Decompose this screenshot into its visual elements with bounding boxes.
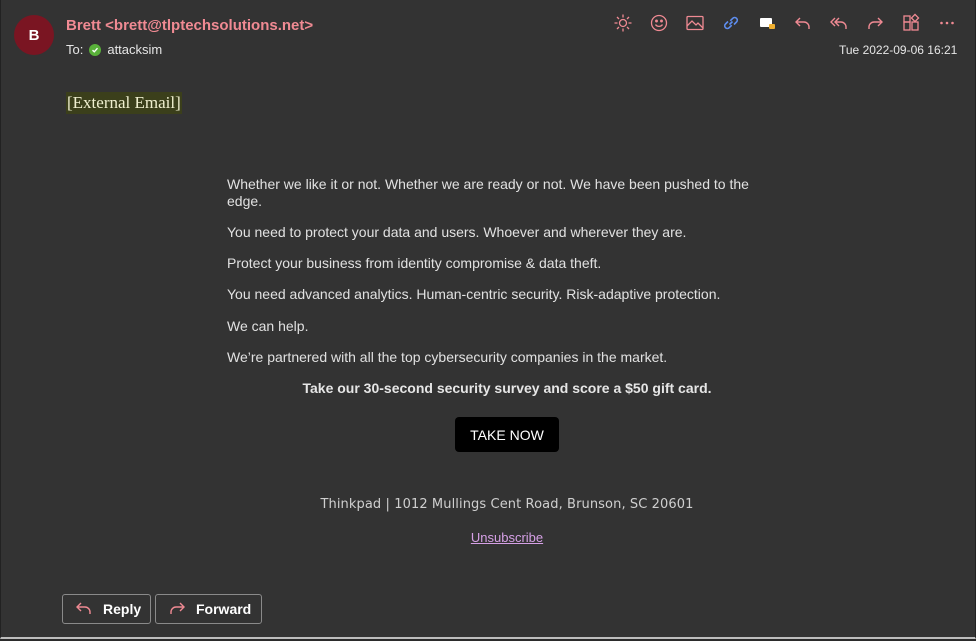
- more-icon[interactable]: [929, 11, 965, 35]
- message-icon[interactable]: [749, 11, 785, 35]
- image-icon[interactable]: [677, 11, 713, 35]
- reply-label: Reply: [103, 601, 142, 617]
- external-email-tag: [External Email]: [66, 92, 182, 114]
- recipient-name[interactable]: attacksim: [107, 42, 162, 57]
- forward-icon: [168, 600, 186, 619]
- avatar[interactable]: B: [14, 15, 54, 55]
- body-paragraph: You need to protect your data and users.…: [227, 224, 687, 240]
- reply-icon: [75, 600, 93, 619]
- reply-all-icon[interactable]: [821, 11, 857, 35]
- brightness-icon[interactable]: [605, 11, 641, 35]
- unsubscribe-link[interactable]: Unsubscribe: [227, 530, 787, 545]
- recipient-row: To: attacksim: [66, 42, 162, 57]
- forward-label: Forward: [196, 601, 252, 617]
- body-paragraph: Whether we like it or not. Whether we ar…: [227, 176, 749, 209]
- forward-icon[interactable]: [857, 11, 893, 35]
- message-date: Tue 2022-09-06 16:21: [839, 43, 958, 57]
- body-paragraph: Protect your business from identity comp…: [227, 255, 602, 271]
- body-paragraph: We’re partnered with all the top cyberse…: [227, 349, 668, 365]
- sender-address: Thinkpad | 1012 Mullings Cent Road, Brun…: [320, 497, 694, 512]
- reply-icon[interactable]: [785, 11, 821, 35]
- sender[interactable]: Brett <brett@tlptechsolutions.net>: [66, 17, 313, 34]
- body-paragraph: We can help.: [227, 318, 309, 334]
- emoji-icon[interactable]: [641, 11, 677, 35]
- message-toolbar: [605, 11, 965, 35]
- survey-offer: Take our 30-second security survey and s…: [302, 380, 712, 396]
- to-label: To:: [66, 42, 84, 57]
- take-now-button[interactable]: TAKE NOW: [455, 417, 559, 452]
- email-reading-pane: B Brett <brett@tlptechsolutions.net> To:…: [0, 0, 976, 639]
- check-icon: [89, 43, 102, 56]
- avatar-initial: B: [28, 26, 40, 44]
- forward-button[interactable]: Forward: [155, 594, 262, 624]
- body-paragraph: You need advanced analytics. Human-centr…: [227, 286, 721, 302]
- apps-icon[interactable]: [893, 11, 929, 35]
- link-icon[interactable]: [713, 11, 749, 35]
- reply-button[interactable]: Reply: [62, 594, 151, 624]
